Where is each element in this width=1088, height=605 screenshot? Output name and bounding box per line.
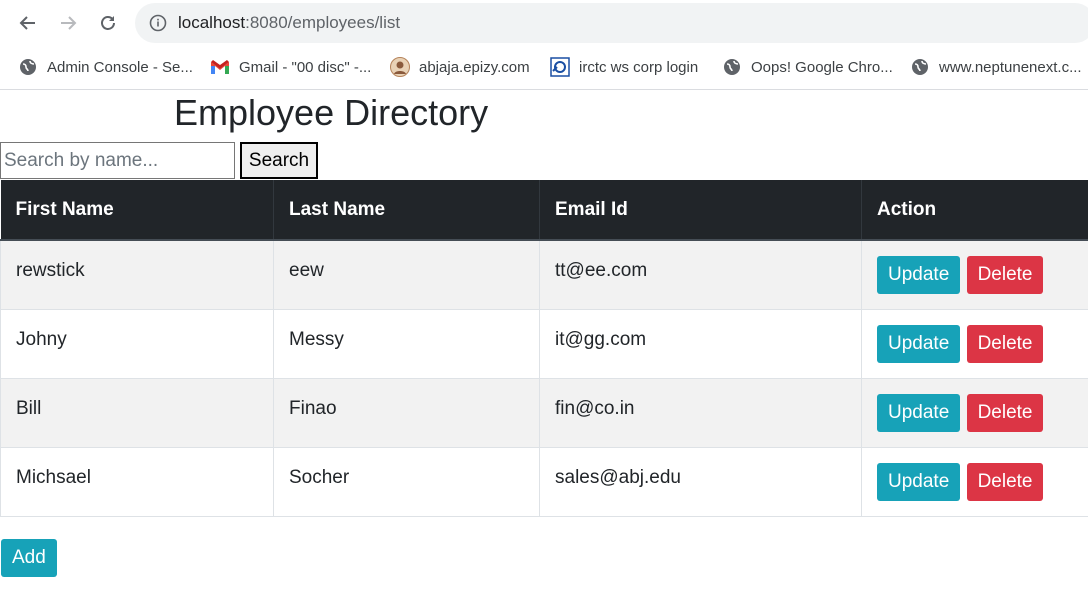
cell-last-name: Messy	[273, 308, 540, 379]
column-header-first-name: First Name	[0, 180, 274, 241]
action-group: Update Delete	[877, 462, 1073, 501]
forward-button[interactable]	[56, 11, 80, 35]
bookmark-label: Gmail - "00 disc" -...	[239, 58, 372, 76]
action-group: Update Delete	[877, 393, 1073, 432]
address-bar[interactable]: localhost:8080/employees/list	[135, 3, 1088, 43]
reload-icon	[101, 16, 115, 30]
update-button[interactable]: Update	[877, 393, 961, 432]
back-button[interactable]	[16, 11, 40, 35]
first-name: Michsael	[16, 466, 91, 488]
bookmark-neptunenext[interactable]: www.neptunenext.c...	[910, 56, 1082, 78]
bookmark-irctc[interactable]: irctc ws corp login	[550, 56, 698, 78]
first-name: rewstick	[16, 259, 85, 281]
cell-last-name: eew	[273, 239, 540, 310]
cell-last-name: Finao	[273, 377, 540, 448]
delete-button[interactable]: Delete	[966, 462, 1044, 501]
table-header: First Name Last Name Email Id Action	[0, 180, 1088, 241]
browser-toolbar: localhost:8080/employees/list	[0, 0, 1088, 46]
cell-last-name: Socher	[273, 446, 540, 517]
update-button[interactable]: Update	[877, 462, 961, 501]
cell-email: it@gg.com	[539, 308, 862, 379]
action-group: Update Delete	[877, 324, 1073, 363]
update-button[interactable]: Update	[877, 255, 961, 294]
cell-first-name: Bill	[0, 377, 274, 448]
email: sales@abj.edu	[555, 466, 681, 488]
cell-actions: Update Delete	[861, 239, 1088, 310]
bookmark-label: Oops! Google Chro...	[751, 58, 893, 76]
gmail-icon	[210, 57, 230, 77]
first-name: Bill	[16, 397, 42, 419]
globe-icon	[18, 57, 38, 77]
cell-first-name: Johny	[0, 308, 274, 379]
email: it@gg.com	[555, 328, 647, 350]
avatar-icon	[390, 57, 410, 77]
last-name: eew	[289, 259, 324, 281]
bookmark-oops[interactable]: Oops! Google Chro...	[722, 56, 893, 78]
back-arrow-icon	[19, 16, 35, 30]
search-button[interactable]: Search	[240, 142, 318, 179]
employee-table: First Name Last Name Email Id Action rew…	[0, 180, 1088, 517]
delete-button[interactable]: Delete	[966, 393, 1044, 432]
url-host: localhost	[178, 13, 246, 32]
bookmark-label: Admin Console - Se...	[47, 58, 193, 76]
email: tt@ee.com	[555, 259, 648, 281]
bookmark-admin-console[interactable]: Admin Console - Se...	[18, 56, 193, 78]
delete-button[interactable]: Delete	[966, 324, 1044, 363]
page-title: Employee Directory	[174, 92, 489, 133]
cell-first-name: rewstick	[0, 239, 274, 310]
url-text: localhost:8080/employees/list	[178, 13, 400, 33]
table-row: rewstick eew tt@ee.com Update Delete	[0, 239, 1088, 310]
column-header-last-name: Last Name	[273, 180, 540, 241]
irctc-icon	[550, 57, 570, 77]
search-input[interactable]	[0, 142, 235, 179]
delete-button[interactable]: Delete	[966, 255, 1044, 294]
info-icon[interactable]	[149, 14, 167, 32]
add-employee-button[interactable]: Add	[1, 539, 57, 577]
column-header-action: Action	[861, 180, 1088, 241]
table-row: Johny Messy it@gg.com Update Delete	[0, 308, 1088, 379]
cell-actions: Update Delete	[861, 446, 1088, 517]
bookmark-gmail[interactable]: Gmail - "00 disc" -...	[210, 56, 371, 78]
bookmarks-bar: Admin Console - Se... Gmail - "00 disc" …	[0, 46, 1088, 90]
email: fin@co.in	[555, 397, 635, 419]
table-row: Bill Finao fin@co.in Update Delete	[0, 377, 1088, 448]
reload-button[interactable]	[96, 11, 120, 35]
last-name: Socher	[289, 466, 350, 488]
cell-first-name: Michsael	[0, 446, 274, 517]
update-button[interactable]: Update	[877, 324, 961, 363]
bookmark-abjaja[interactable]: abjaja.epizy.com	[390, 56, 530, 78]
globe-icon	[910, 57, 930, 77]
column-header-email: Email Id	[539, 180, 862, 241]
bookmark-label: abjaja.epizy.com	[419, 58, 530, 76]
last-name: Messy	[289, 328, 344, 350]
cell-actions: Update Delete	[861, 377, 1088, 448]
url-path: :8080/employees/list	[245, 13, 401, 32]
action-group: Update Delete	[877, 255, 1073, 294]
bookmark-label: irctc ws corp login	[579, 58, 699, 76]
forward-arrow-icon	[61, 16, 77, 30]
cell-email: sales@abj.edu	[539, 446, 862, 517]
table-row: Michsael Socher sales@abj.edu Update Del…	[0, 446, 1088, 517]
first-name: Johny	[16, 328, 67, 350]
cell-actions: Update Delete	[861, 308, 1088, 379]
last-name: Finao	[289, 397, 337, 419]
globe-icon	[722, 57, 742, 77]
cell-email: fin@co.in	[539, 377, 862, 448]
bookmark-label: www.neptunenext.c...	[939, 58, 1082, 76]
cell-email: tt@ee.com	[539, 239, 862, 310]
